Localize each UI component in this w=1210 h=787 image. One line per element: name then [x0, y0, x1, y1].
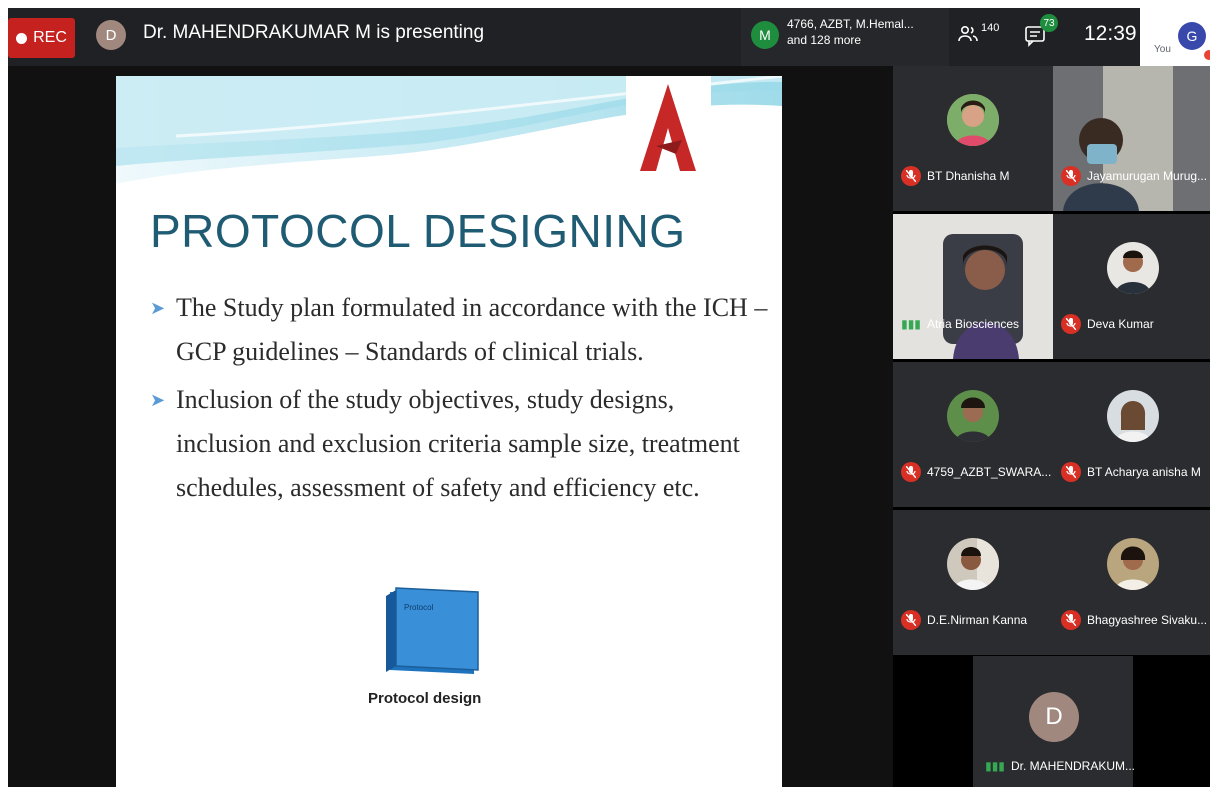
participant-label: Jayamurugan Murug... [1061, 166, 1207, 186]
you-label: You [1154, 44, 1171, 55]
mic-off-icon [1061, 166, 1081, 186]
clock: 12:39 [1084, 22, 1137, 45]
recording-indicator: REC [8, 18, 75, 58]
participant-tile[interactable]: Deva Kumar [1053, 214, 1210, 359]
speaking-icon: ▮▮▮ [985, 759, 1005, 773]
participant-name: Deva Kumar [1087, 317, 1154, 331]
bullet-item: Inclusion of the study objectives, study… [150, 378, 770, 510]
speaking-icon: ▮▮▮ [901, 317, 921, 331]
participant-name: D.E.Nirman Kanna [927, 613, 1028, 627]
participant-photo [947, 390, 999, 442]
people-button[interactable]: 140 [956, 22, 999, 46]
self-avatar: G [1178, 22, 1206, 50]
participant-photo [1107, 242, 1159, 294]
participant-name: BT Dhanisha M [927, 169, 1010, 183]
participant-avatar: M [751, 21, 779, 49]
presenter-avatar: D [96, 20, 126, 50]
chat-badge: 73 [1040, 14, 1058, 32]
participant-tile[interactable]: D.E.Nirman Kanna [893, 510, 1053, 655]
participant-name: Jayamurugan Murug... [1087, 169, 1208, 183]
self-status-dot [1204, 50, 1210, 60]
participant-name: Atria Biosciences [927, 317, 1020, 331]
presentation-slide: PROTOCOL DESIGNING The Study plan formul… [116, 76, 782, 787]
participants-names: 4766, AZBT, M.Hemal... [787, 17, 914, 31]
people-count: 140 [981, 22, 1000, 34]
presentation-stage: PROTOCOL DESIGNING The Study plan formul… [8, 66, 893, 787]
participant-label: Deva Kumar [1061, 314, 1154, 334]
presenter-tile-avatar: D [1029, 692, 1079, 742]
bullet-item: The Study plan formulated in accordance … [150, 286, 770, 374]
participant-name: Bhagyashree Sivaku... [1087, 613, 1208, 627]
slide-bullets: The Study plan formulated in accordance … [150, 286, 770, 514]
mic-off-icon [901, 610, 921, 630]
participants-more: and 128 more [787, 33, 862, 47]
participant-tile[interactable]: BT Dhanisha M [893, 66, 1053, 211]
participant-photo [947, 538, 999, 590]
participant-label: D.E.Nirman Kanna [901, 610, 1027, 630]
mic-off-icon [901, 462, 921, 482]
participant-video [1063, 66, 1173, 211]
presenter-tile[interactable]: D ▮▮▮ Dr. MAHENDRAKUM... [973, 656, 1135, 787]
participant-label: ▮▮▮ Dr. MAHENDRAKUM... [985, 756, 1135, 776]
participant-label: BT Acharya anisha M [1061, 462, 1201, 482]
slide-title: PROTOCOL DESIGNING [150, 205, 686, 257]
participant-label: BT Dhanisha M [901, 166, 1009, 186]
participant-tile[interactable]: BT Acharya anisha M [1053, 362, 1210, 507]
mic-off-icon [1061, 462, 1081, 482]
participants-text: 4766, AZBT, M.Hemal... and 128 more [787, 16, 914, 48]
participant-label: ▮▮▮ Atria Biosciences [901, 314, 1019, 334]
participant-tile[interactable]: Jayamurugan Murug... [1053, 66, 1210, 211]
participant-tile[interactable]: 4759_AZBT_SWARA... [893, 362, 1053, 507]
participant-label: Bhagyashree Sivaku... [1061, 610, 1207, 630]
participant-video [893, 214, 1053, 359]
self-view[interactable]: You G [1140, 8, 1210, 66]
people-icon [958, 26, 978, 42]
participant-photo [1107, 390, 1159, 442]
presenting-status: Dr. MAHENDRAKUMAR M is presenting [143, 22, 485, 43]
participant-tile[interactable]: ▮▮▮ Atria Biosciences [893, 214, 1053, 359]
participant-photo [947, 94, 999, 146]
mic-off-icon [1061, 610, 1081, 630]
record-dot-icon [16, 32, 28, 44]
meeting-top-bar: REC D Dr. MAHENDRAKUMAR M is presenting … [8, 8, 1210, 66]
participant-name: 4759_AZBT_SWARA... [927, 465, 1052, 479]
participant-photo [1107, 538, 1159, 590]
participant-name: BT Acharya anisha M [1087, 465, 1201, 479]
folder-label: Protocol [404, 603, 434, 612]
figure-caption: Protocol design [368, 690, 482, 707]
participant-label: 4759_AZBT_SWARA... [901, 462, 1051, 482]
participant-name: Dr. MAHENDRAKUM... [1011, 759, 1136, 773]
mic-off-icon [1061, 314, 1081, 334]
protocol-folder-icon: Protocol [386, 587, 479, 674]
brand-logo [626, 76, 711, 181]
participant-grid: BT Dhanisha M Jayamurugan Murug... ▮▮▮ A… [893, 66, 1210, 787]
participant-tile[interactable]: Bhagyashree Sivaku... [1053, 510, 1210, 655]
rec-label: REC [33, 29, 67, 46]
participants-summary[interactable]: M 4766, AZBT, M.Hemal... and 128 more [741, 8, 949, 66]
mic-off-icon [901, 166, 921, 186]
